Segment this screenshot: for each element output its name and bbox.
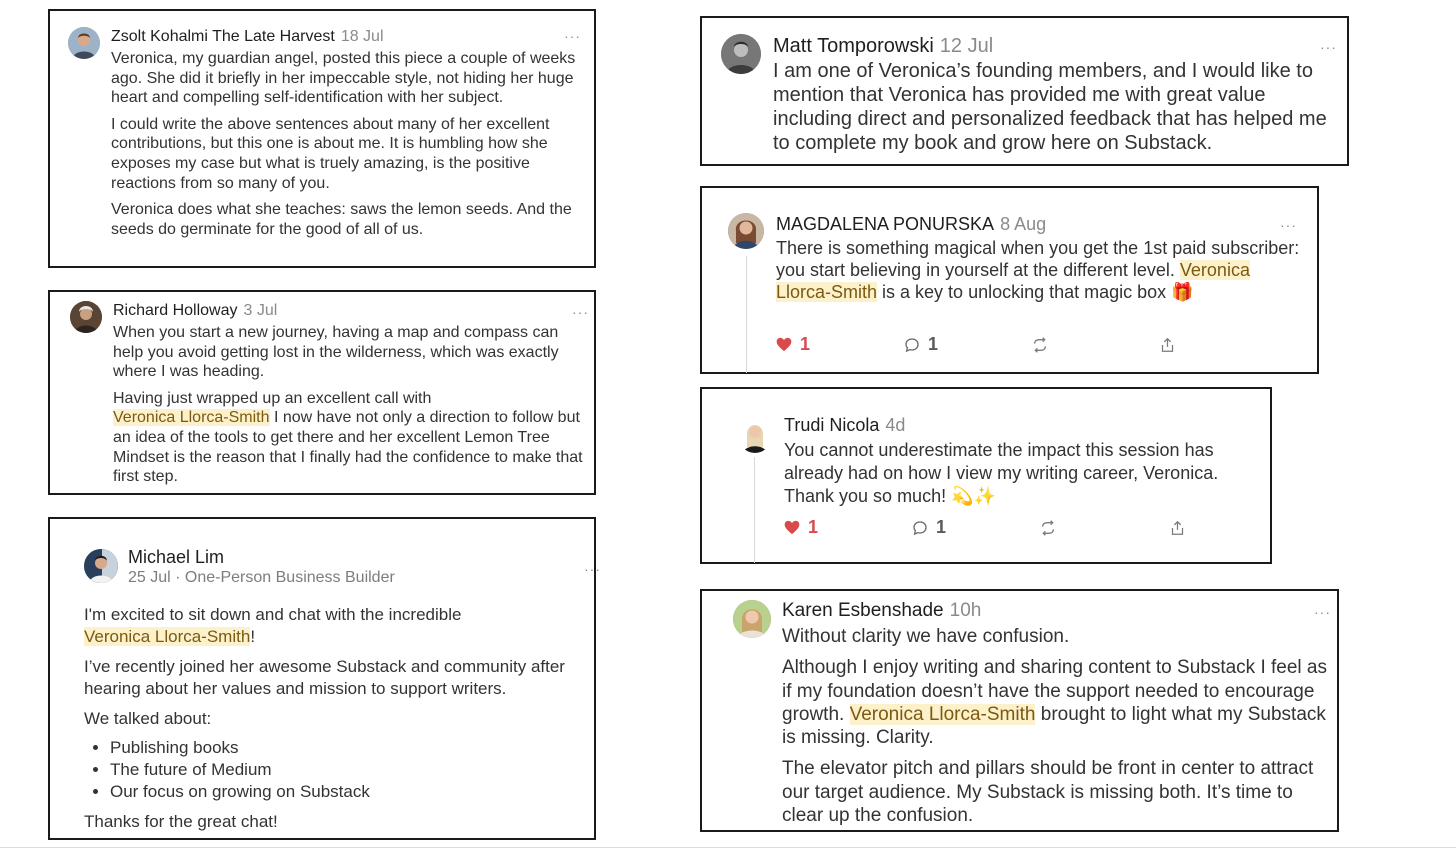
- comment-body: Without clarity we have confusion. Altho…: [782, 625, 1332, 827]
- share-button[interactable]: [1170, 520, 1185, 536]
- author-name[interactable]: Zsolt Kohalmi The Late Harvest: [111, 28, 335, 45]
- author-name[interactable]: Michael Lim: [128, 547, 224, 568]
- comment-card-michael: Michael Lim 25 Jul · One-Person Business…: [48, 517, 600, 840]
- author-name[interactable]: Karen Esbenshade: [782, 600, 944, 621]
- more-options-icon[interactable]: ···: [1320, 40, 1337, 54]
- comment-card-magdalena: MAGDALENA PONURSKA 8 Aug ··· There is som…: [700, 186, 1319, 374]
- comment-body: I'm excited to sit down and chat with th…: [84, 604, 590, 833]
- share-icon: [1170, 520, 1185, 536]
- paragraph-text: I'm excited to sit down and chat with th…: [84, 605, 462, 624]
- comment-author: Karen Esbenshade 10h: [782, 600, 981, 622]
- list-item: The future of Medium: [110, 759, 590, 781]
- author-name[interactable]: Matt Tomporowski: [773, 35, 934, 57]
- comment-paragraph: Having just wrapped up an excellent call…: [113, 389, 585, 487]
- more-options-icon[interactable]: ···: [572, 305, 589, 319]
- comment-body: I am one of Veronica’s founding members,…: [773, 60, 1327, 154]
- comment-paragraph: When you start a new journey, having a m…: [113, 324, 559, 381]
- comment-card-richard: Richard Holloway 3 Jul ··· When you start…: [48, 290, 596, 495]
- paragraph-text: You cannot underestimate the impact this…: [784, 440, 1219, 506]
- comment-paragraph: The elevator pitch and pillars should be…: [782, 758, 1314, 827]
- mention-link[interactable]: Veronica Llorca-Smith: [84, 627, 251, 646]
- share-icon: [1160, 337, 1175, 353]
- comment-date[interactable]: 8 Aug: [1000, 214, 1046, 234]
- more-options-icon[interactable]: ···: [584, 562, 601, 576]
- more-options-icon[interactable]: ···: [1280, 218, 1297, 232]
- like-button[interactable]: 1: [784, 517, 912, 538]
- comment-date[interactable]: 18 Jul: [341, 28, 384, 45]
- reply-count: 1: [928, 334, 939, 354]
- comment-date[interactable]: 12 Jul: [940, 35, 993, 57]
- comment-author: MAGDALENA PONURSKA 8 Aug: [776, 214, 1046, 235]
- comment-body: Veronica, my guardian angel, posted this…: [111, 49, 585, 239]
- topic-list: Publishing books The future of Medium Ou…: [84, 737, 590, 803]
- paragraph-text: !: [250, 627, 256, 646]
- comment-body: When you start a new journey, having a m…: [113, 323, 585, 487]
- list-item: Publishing books: [110, 737, 590, 759]
- comment-date[interactable]: 10h: [950, 600, 982, 621]
- comment-card-trudi: Trudi Nicola 4d You cannot underestimate …: [700, 387, 1272, 564]
- list-item: Our focus on growing on Substack: [110, 781, 590, 803]
- share-button[interactable]: [1160, 337, 1175, 353]
- restack-icon: [1040, 519, 1056, 536]
- comment-card-matt: Matt Tomporowski 12 Jul ··· I am one of V…: [700, 16, 1349, 166]
- sparkle-emoji: 💫✨: [951, 486, 996, 506]
- comment-author: Zsolt Kohalmi The Late Harvest 18 Jul: [111, 27, 384, 46]
- comment-paragraph: I'm excited to sit down and chat with th…: [84, 604, 590, 648]
- comment-author: Matt Tomporowski 12 Jul: [773, 35, 993, 58]
- comment-date[interactable]: 3 Jul: [244, 302, 278, 319]
- restack-icon: [1032, 336, 1048, 353]
- comment-paragraph: I’ve recently joined her awesome Substac…: [84, 657, 565, 698]
- author-name[interactable]: Richard Holloway: [113, 302, 238, 319]
- restack-button[interactable]: [1032, 336, 1160, 353]
- comment-author: Trudi Nicola 4d: [784, 415, 905, 436]
- more-options-icon[interactable]: ···: [564, 29, 581, 43]
- author-name[interactable]: Trudi Nicola: [784, 415, 879, 435]
- restack-button[interactable]: [1040, 519, 1170, 536]
- thread-line: [746, 256, 747, 373]
- avatar[interactable]: [733, 600, 771, 638]
- divider: [0, 847, 1456, 848]
- author-name[interactable]: MAGDALENA PONURSKA: [776, 214, 994, 234]
- comment-paragraph: We talked about:: [84, 709, 212, 728]
- like-count: 1: [808, 517, 819, 537]
- comment-icon: [912, 520, 928, 536]
- avatar[interactable]: [738, 417, 772, 453]
- like-button[interactable]: 1: [776, 334, 904, 355]
- more-options-icon[interactable]: ···: [1314, 605, 1331, 619]
- paragraph-text: Having just wrapped up an excellent call…: [113, 389, 432, 407]
- comment-icon: [904, 337, 920, 353]
- comment-paragraph: I could write the above sentences about …: [111, 115, 550, 192]
- comment-date[interactable]: 4d: [885, 415, 905, 435]
- comment-actions: 1 1: [776, 334, 1175, 355]
- comment-actions: 1 1: [784, 517, 1185, 538]
- heart-icon: [776, 337, 792, 352]
- avatar[interactable]: [84, 549, 118, 583]
- comment-paragraph: Although I enjoy writing and sharing con…: [782, 656, 1332, 749]
- avatar[interactable]: [70, 301, 102, 333]
- comment-paragraph: Thanks for the great chat!: [84, 812, 278, 831]
- comment-paragraph: Veronica does what she teaches: saws the…: [111, 201, 572, 238]
- avatar[interactable]: [68, 27, 100, 59]
- heart-icon: [784, 520, 800, 535]
- gift-emoji: 🎁: [1171, 282, 1194, 302]
- comment-body: You cannot underestimate the impact this…: [784, 439, 1264, 508]
- avatar[interactable]: [728, 213, 764, 249]
- paragraph-text: is a key to unlocking that magic box: [877, 282, 1167, 302]
- comment-card-zsolt: Zsolt Kohalmi The Late Harvest 18 Jul ···…: [48, 9, 596, 268]
- comment-body: There is something magical when you get …: [776, 237, 1306, 303]
- comment-paragraph: Veronica, my guardian angel, posted this…: [111, 50, 576, 107]
- mention-link[interactable]: Veronica Llorca-Smith: [849, 703, 1036, 725]
- mention-link[interactable]: Veronica Llorca-Smith: [113, 409, 270, 427]
- comment-card-karen: Karen Esbenshade 10h ··· Without clarity …: [700, 589, 1339, 832]
- author-subline[interactable]: 25 Jul · One-Person Business Builder: [128, 568, 395, 587]
- reply-count: 1: [936, 517, 947, 537]
- reply-button[interactable]: 1: [904, 334, 1032, 355]
- comment-author: Richard Holloway 3 Jul: [113, 301, 277, 320]
- avatar[interactable]: [721, 34, 761, 74]
- like-count: 1: [800, 334, 811, 354]
- thread-line: [754, 457, 755, 563]
- comment-paragraph: Without clarity we have confusion.: [782, 626, 1070, 647]
- reply-button[interactable]: 1: [912, 517, 1040, 538]
